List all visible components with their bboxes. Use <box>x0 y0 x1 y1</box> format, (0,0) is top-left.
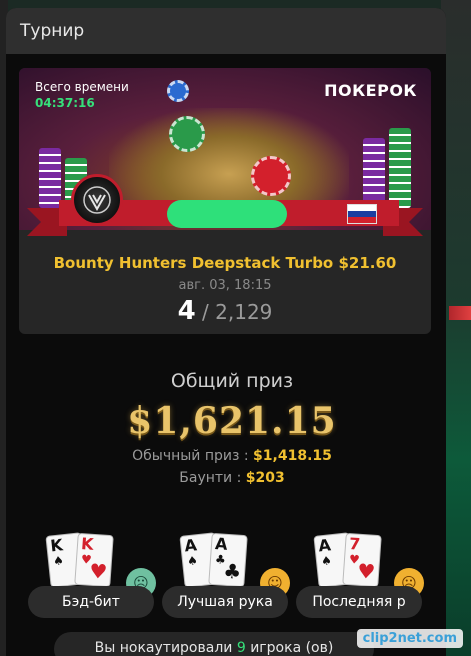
russia-flag-icon <box>347 204 377 224</box>
watermark: clip2net.com <box>356 629 463 648</box>
background-edge-marker <box>449 306 471 320</box>
regular-prize-row: Обычный приз : $1,418.15 <box>6 448 446 464</box>
playing-card: K ♥ ♥ <box>74 532 114 588</box>
tournament-panel: Турнир Всего времени 04:37:16 ПОКЕРОК Bo… <box>6 8 446 656</box>
card-suit-heart-icon: ♥ <box>88 558 109 584</box>
chip-icon <box>167 80 189 102</box>
knockouts-summary: Вы нокаутировали 9 игрока (ов) <box>54 632 374 656</box>
card-rank: A <box>214 534 229 554</box>
elapsed-time-label: Всего времени <box>35 80 129 94</box>
chip-icon <box>251 156 291 196</box>
tournament-name: Bounty Hunters Deepstack Turbo $21.60 <box>53 254 397 272</box>
pokerok-logo: ПОКЕРОК <box>324 81 417 100</box>
playing-card: 7 ♥ ♥ <box>342 532 382 588</box>
regular-prize-label: Обычный приз : <box>132 448 254 464</box>
card-suit-heart-icon: ♥ <box>356 558 377 584</box>
card-suit-spade-icon: ♠ <box>320 553 333 569</box>
knockouts-count: 9 <box>236 640 246 656</box>
prize-title: Общий приз <box>170 370 294 392</box>
player-name-redacted <box>167 200 287 228</box>
playing-card: A ♣ ♣ <box>208 532 248 588</box>
card-suit-spade-icon: ♠ <box>52 553 65 569</box>
card-rank: K <box>80 534 95 554</box>
awards-row: K ♠ K ♥ ♥ ☹ Бэд-бит A ♠ A ♣ ♣ ☺ Лучшая р… <box>6 532 446 624</box>
panel-header: Турнир <box>6 8 446 54</box>
prize-total: $1,621.15 <box>127 400 337 442</box>
award-label: Лучшая рука <box>162 586 288 618</box>
finish-place: 4 <box>177 296 196 326</box>
award-label: Бэд-бит <box>28 586 154 618</box>
bounty-prize-label: Баунти : <box>179 470 246 486</box>
tournament-card[interactable]: Всего времени 04:37:16 ПОКЕРОК Bounty Hu… <box>19 68 431 334</box>
knockouts-prefix: Вы нокаутировали <box>94 640 237 656</box>
award-last-hand[interactable]: A ♠ 7 ♥ ♥ ☹ Последняя р <box>296 532 426 620</box>
award-best-hand[interactable]: A ♠ A ♣ ♣ ☺ Лучшая рука <box>162 532 292 620</box>
elapsed-time-value: 04:37:16 <box>35 96 95 110</box>
card-suit-spade-icon: ♠ <box>186 553 199 569</box>
panel-title: Турнир <box>20 21 85 41</box>
finish-position: 4 / 2,129 <box>19 296 431 326</box>
card-suit-club-icon: ♣ <box>222 558 243 584</box>
award-bad-beat[interactable]: K ♠ K ♥ ♥ ☹ Бэд-бит <box>28 532 158 620</box>
knockouts-suffix: игрока (ов) <box>245 640 334 656</box>
bounty-emblem-icon <box>83 186 111 214</box>
place-separator: / <box>195 300 216 324</box>
total-entrants: 2,129 <box>215 300 273 324</box>
bounty-prize-row: Баунти : $203 <box>6 470 446 486</box>
chip-icon <box>169 116 205 152</box>
card-rank: 7 <box>348 534 361 554</box>
bounty-prize-value: $203 <box>245 470 285 486</box>
bounty-hunter-avatar <box>71 174 123 226</box>
award-label: Последняя р <box>296 586 422 618</box>
regular-prize-value: $1,418.15 <box>253 448 332 464</box>
tournament-date: авг. 03, 18:15 <box>178 278 272 293</box>
